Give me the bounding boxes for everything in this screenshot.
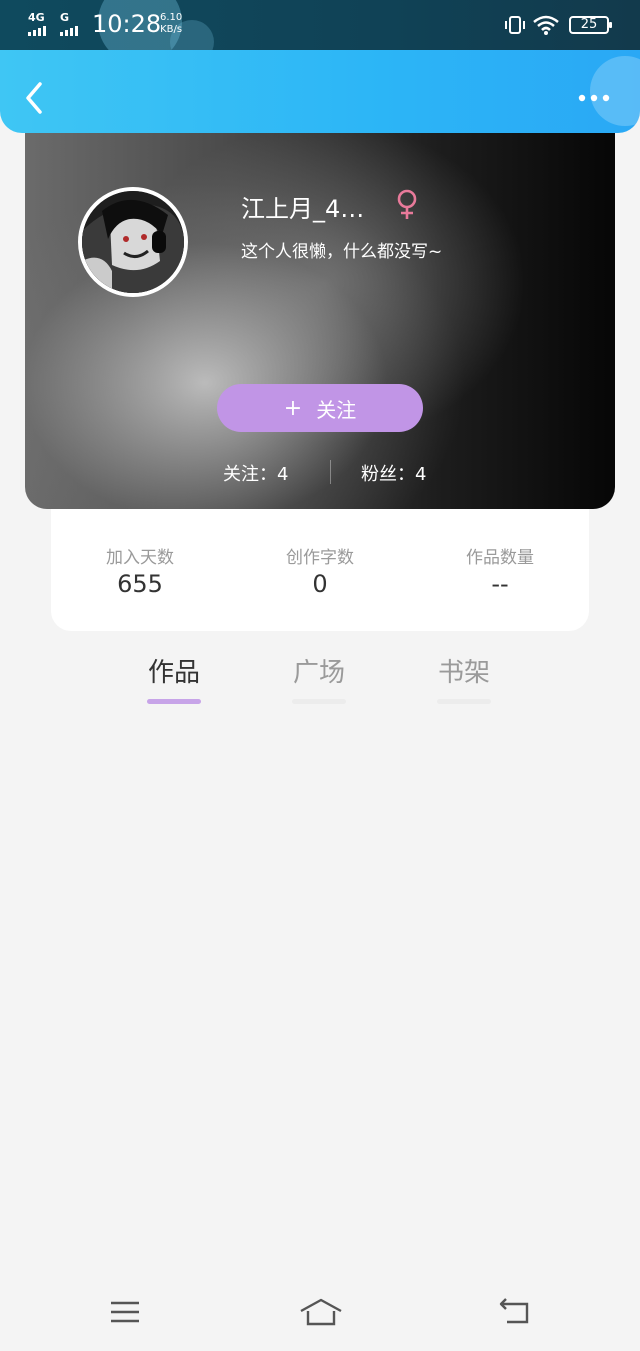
home-icon[interactable]: [298, 1296, 344, 1328]
status-time: 10:28: [92, 10, 162, 38]
username: 江上月_4…: [241, 195, 365, 223]
menu-icon[interactable]: [105, 1296, 145, 1328]
tab-indicator: [437, 699, 491, 704]
tab-label: 广场: [292, 658, 345, 688]
follow-button-label: 关注: [316, 397, 357, 422]
battery-level: 25: [580, 17, 598, 32]
stat-value: 655: [117, 570, 163, 598]
system-nav-bar: [0, 1280, 640, 1351]
follow-counts: 关注：4 粉丝：4: [25, 460, 615, 486]
net-speed-unit: KB/s: [160, 24, 183, 35]
chevron-left-icon[interactable]: [20, 80, 48, 116]
profile-card: 江上月_4… 这个人很懒，什么都没写~ + 关注 关注：4 粉丝：4: [25, 133, 615, 509]
tab-indicator: [147, 699, 201, 704]
user-bio: 这个人很懒，什么都没写~: [241, 242, 443, 262]
stat-works-count: 作品数量 --: [430, 543, 570, 598]
avatar[interactable]: [78, 187, 188, 297]
stats-card: 加入天数 655 创作字数 0 作品数量 --: [51, 509, 589, 631]
count-divider: [330, 460, 331, 484]
stat-label: 加入天数: [106, 548, 174, 568]
header-bar: [0, 50, 640, 133]
stat-label: 作品数量: [466, 548, 534, 568]
stat-value: --: [491, 570, 509, 598]
battery-icon: 25: [569, 16, 612, 34]
stat-value: 0: [312, 570, 328, 598]
stat-label: 创作字数: [286, 548, 354, 568]
follow-button[interactable]: + 关注: [217, 384, 423, 432]
vibrate-icon: [505, 16, 525, 34]
signal-4g-label: 4G: [28, 11, 45, 24]
net-speed: 6.10 KB/s: [160, 12, 182, 36]
tab-works[interactable]: 作品: [134, 652, 214, 704]
tab-label: 书架: [437, 658, 490, 688]
avatar-image: [82, 191, 184, 293]
plus-icon: +: [283, 395, 303, 421]
signal-g-label: G: [60, 11, 70, 24]
wifi-icon: [533, 15, 559, 35]
tab-label: 作品: [147, 658, 200, 688]
stat-joined-days: 加入天数 655: [70, 543, 210, 598]
status-bar: 4G G 10:28 6.10 KB/s 25: [0, 0, 640, 50]
female-icon: [397, 189, 417, 219]
tab-bookshelf[interactable]: 书架: [424, 652, 504, 704]
fans-count[interactable]: 粉丝：4: [361, 460, 426, 486]
net-speed-value: 6.10: [160, 12, 183, 23]
back-icon[interactable]: [495, 1296, 535, 1328]
following-count[interactable]: 关注：4: [223, 460, 288, 486]
tab-indicator: [292, 699, 346, 704]
tab-plaza[interactable]: 广场: [279, 652, 359, 704]
more-horizontal-icon[interactable]: [574, 86, 614, 110]
stat-word-count: 创作字数 0: [250, 543, 390, 598]
